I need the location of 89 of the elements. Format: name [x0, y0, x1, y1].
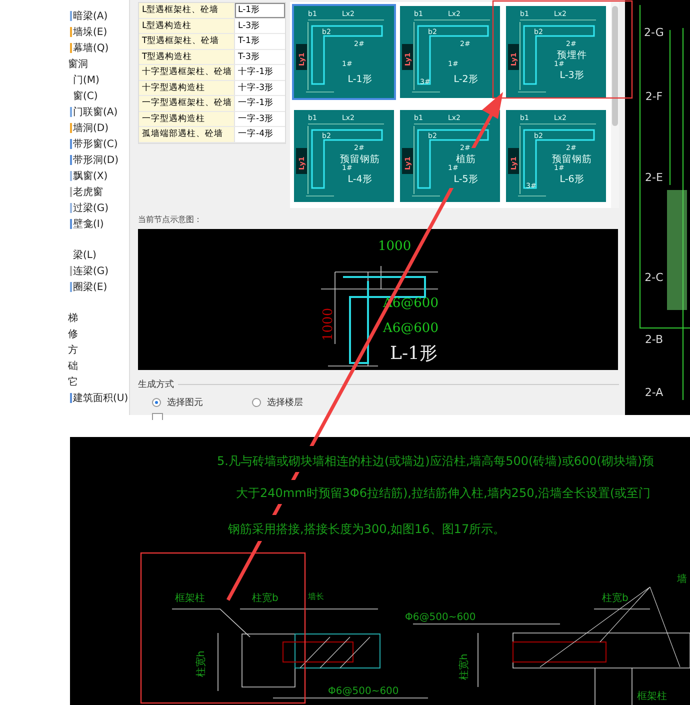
thumbnail-label: L-3形 [560, 70, 584, 81]
drawing-label: 柱宽h [196, 650, 207, 677]
sidebar-item[interactable]: 窗(C) [73, 89, 98, 103]
thumbnail-label: L-6形 [560, 174, 584, 184]
rebar-note: Φ6@500~600 [405, 612, 476, 623]
sidebar-item[interactable]: 飘窗(X) [73, 169, 108, 183]
sidebar-item[interactable]: 墙垛(E) [73, 25, 108, 39]
radio-button[interactable] [252, 398, 261, 407]
drawing-label: 柱宽b [602, 593, 628, 604]
table-cell: 十字型遇框架柱、砼墙 [139, 65, 235, 80]
sidebar-item[interactable]: 方 [68, 343, 78, 357]
drawing-label: 墙 [677, 574, 687, 585]
table-cell: L-1形 [235, 3, 285, 18]
drawing-label: 墙长 [308, 592, 324, 601]
table-cell: 十字型遇构造柱 [139, 80, 235, 95]
table-cell: 一字型遇框架柱、砼墙 [139, 96, 235, 110]
dimension-label: 1000 [378, 239, 412, 254]
sidebar-item[interactable]: 梁(L) [73, 248, 96, 262]
rebar-drawing [311, 25, 383, 85]
table-row[interactable]: T型遇框架柱、砼墙 T-1形 [139, 34, 285, 50]
sidebar-item[interactable]: 圈梁(E) [73, 280, 108, 294]
grid-axis-label: 2-B [644, 333, 664, 346]
table-row[interactable]: 十字型遇框架柱、砼墙 十字-1形 [139, 65, 285, 80]
radio-label[interactable]: 选择图元 [167, 396, 203, 409]
thumbnail-label: L-1形 [348, 74, 372, 85]
drawing-note: 大于240mm时预留3Φ6拉结筋),拉结筋伸入柱,墙内250,沿墙全长设置(或至门 [236, 486, 651, 500]
drawing-note: 钢筋采用搭接,搭接长度为300,如图16、图17所示。 [228, 522, 506, 536]
radio-button[interactable] [152, 398, 161, 407]
rebar-drawing [417, 128, 489, 188]
sidebar-item[interactable]: 过梁(G) [73, 201, 109, 215]
table-cell: L型遇框架柱、砼墙 [139, 3, 235, 18]
shape-label: L-1形 [390, 343, 438, 364]
sidebar-item[interactable]: 础 [68, 359, 78, 373]
sidebar-item[interactable]: 门联窗(A) [73, 105, 118, 119]
rebar-drawing [523, 128, 595, 188]
checkbox[interactable] [152, 413, 163, 420]
table-cell: T型遇构造柱 [139, 50, 235, 64]
drawing-label: 柱宽h [459, 654, 470, 680]
table-row[interactable]: 十字型遇构造柱 十字-3形 [139, 80, 285, 96]
sidebar-item[interactable]: 暗梁(A) [73, 9, 108, 23]
table-cell: L型遇构造柱 [139, 18, 235, 33]
sidebar-item[interactable]: 窗洞 [68, 57, 88, 71]
table-row[interactable]: 孤墙端部遇柱、砼墙 一字-4形 [139, 127, 285, 142]
drawing-note: 5.凡与砖墙或砌块墙相连的柱边(或墙边)应沿柱,墙高每500(砖墙)或600(砌块墙)预 [217, 454, 654, 468]
radio-label[interactable]: 选择楼层 [267, 396, 303, 409]
table-row[interactable]: 一字型遇框架柱、砼墙 一字-1形 [139, 96, 285, 112]
sidebar-item[interactable]: 带形窗(C) [73, 137, 118, 151]
thumbnail-label: L-5形 [454, 174, 478, 184]
sidebar-item[interactable]: 梯 [68, 311, 78, 325]
thumbnail-label: L-4形 [348, 174, 372, 184]
rebar-note: A6@600 [383, 321, 438, 336]
sidebar-item[interactable]: 老虎窗 [73, 185, 103, 199]
sidebar-item[interactable]: 建筑面积(U) [73, 391, 128, 405]
thumbnail-caption: 预埋件 [557, 50, 587, 61]
sidebar-item[interactable]: 它 [68, 375, 78, 389]
group-title: 生成方式 [138, 378, 174, 391]
rebar-drawing [311, 128, 383, 188]
sidebar-item[interactable]: 带形洞(D) [73, 153, 119, 167]
sidebar-item[interactable]: 幕墙(Q) [73, 41, 109, 55]
rebar-drawing [523, 25, 595, 85]
table-cell: 孤墙端部遇柱、砼墙 [139, 127, 235, 142]
section-title: 当前节点示意图： [138, 214, 203, 225]
rebar-note: Φ6@500~600 [328, 686, 399, 697]
grid-axis-label: 2-E [645, 171, 663, 184]
grid-axis-label: 2-C [644, 271, 664, 284]
table-row[interactable]: L型遇框架柱、砼墙 L-1形 [139, 3, 285, 18]
table-cell: 一字型遇构造柱 [139, 112, 235, 126]
grid-axis-label: 2-F [645, 90, 663, 103]
drawing-label: 柱宽b [252, 593, 278, 604]
drawing-label: 框架柱 [637, 691, 667, 702]
grid-axis-label: 2-A [644, 386, 664, 399]
table-row[interactable]: L型遇构造柱 L-3形 [139, 18, 285, 34]
table-cell: T型遇框架柱、砼墙 [139, 34, 235, 48]
thumbnail-caption: 植筋 [456, 154, 476, 164]
sidebar-item[interactable]: 壁龛(I) [73, 217, 104, 231]
sidebar-item[interactable]: 连梁(G) [73, 264, 109, 278]
table-row[interactable]: 一字型遇构造柱 一字-3形 [139, 112, 285, 127]
dimension-label: 1000 [321, 308, 336, 341]
thumbnail-caption: 预留钢筋 [552, 154, 592, 164]
grid-axis-label: 2-G [644, 26, 664, 39]
sidebar-item[interactable]: 门(M) [73, 73, 100, 87]
thumbnail-caption: 预留钢筋 [340, 154, 380, 164]
scrollbar-thumb[interactable] [612, 6, 618, 126]
table-row[interactable]: T型遇构造柱 T-3形 [139, 50, 285, 65]
rebar-drawing [417, 25, 489, 85]
sidebar-item[interactable]: 修 [68, 327, 78, 341]
thumbnail-label: L-2形 [454, 74, 478, 85]
drawing-label: 框架柱 [175, 593, 205, 604]
sidebar-item[interactable]: 墙洞(D) [73, 121, 109, 135]
